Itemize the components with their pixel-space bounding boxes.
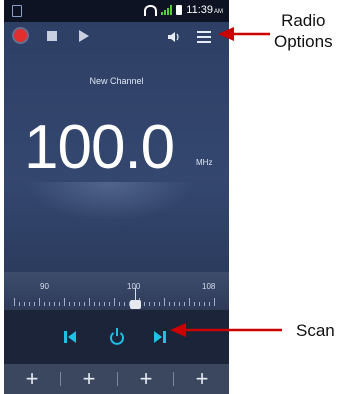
status-icons: 11:39AM (144, 4, 223, 16)
frequency-unit: MHz (196, 158, 213, 167)
prev-station-icon[interactable] (63, 330, 77, 344)
status-time-value: 11:39 (186, 4, 213, 16)
dial-ticks (14, 296, 219, 306)
dial-tick (59, 302, 60, 306)
next-station-icon[interactable] (153, 330, 167, 344)
dial-tick (84, 302, 85, 306)
arrow-to-menu-icon (218, 27, 270, 41)
dial-tick (44, 302, 45, 306)
dial-tick (29, 302, 30, 306)
dial-tick (189, 298, 190, 306)
dial-tick (184, 302, 185, 306)
stop-icon[interactable] (47, 31, 57, 41)
dial-tick (24, 302, 25, 306)
dial-tick (34, 302, 35, 306)
dial-tick (164, 298, 165, 306)
status-bar: 11:39AM (4, 0, 229, 22)
dial-label-90: 90 (40, 282, 49, 291)
dial-tick (39, 298, 40, 306)
add-favorite-button-2[interactable]: + (61, 364, 117, 394)
dial-tick (19, 302, 20, 306)
annotation-line: Options (274, 32, 333, 51)
radio-toolbar (4, 22, 229, 52)
add-favorite-button-3[interactable]: + (118, 364, 174, 394)
dial-tick (49, 302, 50, 306)
favorites-bar: + + + + (4, 364, 229, 394)
dial-tick (204, 302, 205, 306)
dial-tick (214, 298, 215, 306)
dial-tick (54, 302, 55, 306)
headphones-icon (144, 4, 158, 16)
dial-tick (109, 302, 110, 306)
dial-tick (64, 298, 65, 306)
add-favorite-button-1[interactable]: + (4, 364, 60, 394)
power-icon[interactable] (109, 327, 125, 345)
dial-tick (199, 302, 200, 306)
frequency-reflection (24, 182, 194, 222)
dial-tick (209, 302, 210, 306)
dial-tick (144, 302, 145, 306)
dial-tick (159, 302, 160, 306)
volume-icon[interactable] (167, 31, 181, 43)
dial-tick (124, 302, 125, 306)
dial-tick (169, 302, 170, 306)
dial-tick (114, 298, 115, 306)
signal-icon (161, 5, 173, 15)
notification-icon (12, 5, 22, 17)
dial-tick (174, 302, 175, 306)
dial-tick (104, 302, 105, 306)
dial-tick (89, 298, 90, 306)
scan-annotation: Scan (296, 321, 335, 340)
channel-name: New Channel (89, 76, 144, 86)
radio-options-annotation: Radio Options (274, 10, 333, 52)
tuning-dial[interactable]: 90 100 108 (4, 272, 229, 310)
dial-tick (94, 302, 95, 306)
play-icon[interactable] (79, 30, 89, 42)
dial-tick (179, 302, 180, 306)
annotation-line: Radio (281, 11, 326, 30)
dial-handle[interactable] (130, 300, 141, 309)
dial-tick (154, 302, 155, 306)
dial-label-108: 108 (202, 282, 216, 291)
record-icon[interactable] (14, 29, 27, 42)
frequency-value: 100.0 (24, 113, 175, 182)
dial-tick (14, 298, 15, 306)
frequency-display: 100.0 MHz (4, 108, 229, 188)
dial-tick (74, 302, 75, 306)
menu-icon[interactable] (197, 31, 211, 46)
add-favorite-button-4[interactable]: + (174, 364, 229, 394)
dial-tick (149, 302, 150, 306)
status-time-ampm: AM (214, 9, 223, 15)
dial-tick (99, 302, 100, 306)
status-time: 11:39AM (186, 4, 223, 16)
battery-icon (176, 5, 183, 15)
arrow-to-scan-icon (170, 323, 282, 337)
dial-tick (119, 302, 120, 306)
dial-tick (79, 302, 80, 306)
dial-label-100: 100 (127, 282, 141, 291)
dial-tick (194, 302, 195, 306)
dial-tick (69, 302, 70, 306)
